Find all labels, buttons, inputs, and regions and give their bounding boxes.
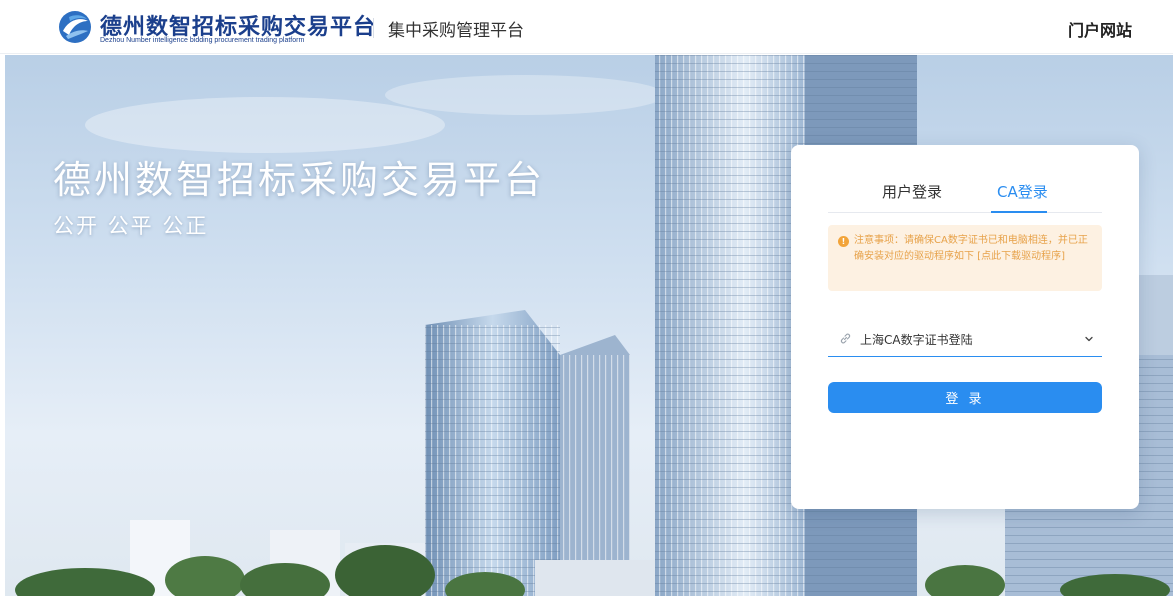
tab-ca-login[interactable]: CA登录: [997, 181, 1048, 202]
top-header: 德州数智招标采购交易平台 Dezhou Number intelligence …: [0, 0, 1173, 54]
login-button[interactable]: 登 录: [828, 382, 1102, 413]
login-card: 用户登录 CA登录 ! 注意事项：请确保CA数字证书已和电脑相连，并已正确安装对…: [791, 145, 1139, 509]
logo-subtitle: Dezhou Number intelligence bidding procu…: [100, 37, 305, 44]
notice-text: 注意事项：请确保CA数字证书已和电脑相连，并已正确安装对应的驱动程序如下 [点此…: [854, 235, 1088, 262]
link-icon: [840, 333, 851, 344]
active-tab-indicator: [991, 211, 1047, 213]
login-tabs: 用户登录 CA登录: [828, 167, 1102, 213]
chevron-down-icon: [1085, 336, 1093, 342]
certificate-select-value: 上海CA数字证书登陆: [860, 333, 973, 347]
portal-website-link[interactable]: 门户网站: [1068, 17, 1132, 41]
hero-title: 德州数智招标采购交易平台: [53, 158, 546, 202]
platform-logo-icon: [59, 11, 91, 43]
certificate-select[interactable]: 上海CA数字证书登陆: [828, 321, 1102, 357]
tab-user-login[interactable]: 用户登录: [882, 181, 942, 202]
hero-slogan: 公开 公平 公正: [53, 214, 209, 238]
warning-icon: !: [838, 236, 849, 247]
system-name: 集中采购管理平台: [388, 21, 524, 41]
notice-banner: ! 注意事项：请确保CA数字证书已和电脑相连，并已正确安装对应的驱动程序如下 […: [828, 225, 1102, 291]
header-divider: [373, 18, 374, 38]
